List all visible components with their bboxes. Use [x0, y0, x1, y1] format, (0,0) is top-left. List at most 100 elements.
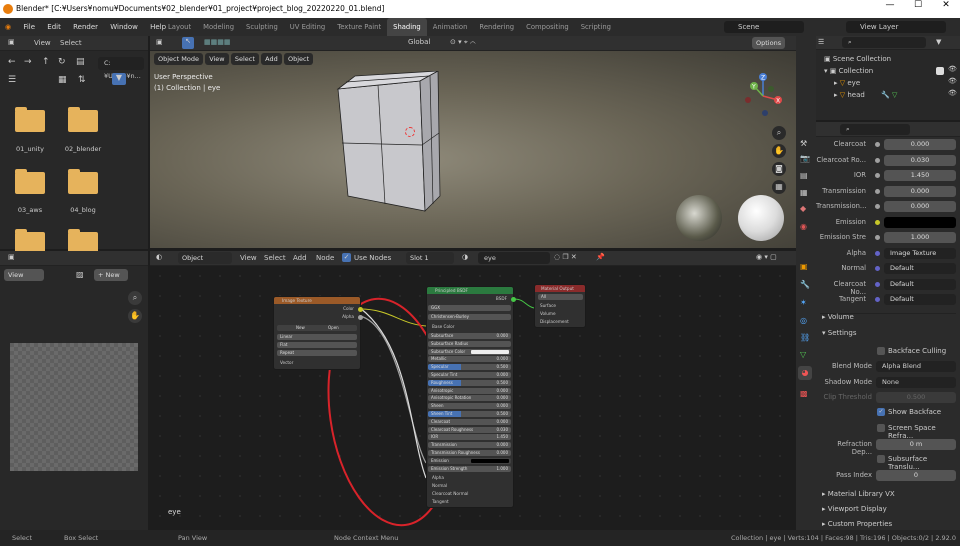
scene-tab-icon[interactable]: ◆	[800, 204, 806, 213]
bsdf-input-row[interactable]: Roughness 0.500	[428, 379, 511, 386]
projection-dropdown[interactable]: Flat	[277, 342, 357, 348]
image-browse-icon[interactable]: ▨	[76, 270, 84, 279]
folder-icon[interactable]	[68, 169, 98, 194]
pass-index-field[interactable]: 0	[876, 470, 956, 481]
tab-uv-editing[interactable]: UV Editing	[284, 18, 331, 36]
close-button[interactable]: ✕	[932, 0, 960, 18]
bsdf-socket[interactable]	[511, 297, 516, 302]
cube-mesh[interactable]	[330, 71, 490, 221]
view-layer-tab-icon[interactable]: ▦	[800, 188, 808, 197]
use-nodes-checkbox[interactable]: ✓	[342, 253, 351, 262]
material-tab-icon[interactable]: ◕	[798, 366, 812, 380]
bsdf-input-row[interactable]: Transmission 0.000	[428, 442, 511, 449]
property-field[interactable]: 1.450	[884, 170, 956, 181]
mode-dropdown[interactable]: Object Mode	[154, 53, 203, 65]
bsdf-input-row[interactable]: Specular 0.500	[428, 364, 511, 371]
tool-tab-icon[interactable]: ⚒	[800, 139, 807, 148]
vp-object-menu[interactable]: Object	[283, 53, 314, 65]
folder-name[interactable]: 01_unity	[0, 145, 60, 153]
forward-arrow-icon[interactable]: →	[24, 57, 32, 67]
object-tab-icon[interactable]: ▣	[800, 262, 808, 271]
bsdf-input-row[interactable]: Subsurface Radius	[428, 340, 511, 347]
editor-type-icon[interactable]: ▣	[8, 253, 15, 261]
editor-type-icon[interactable]: ▣	[156, 38, 163, 46]
path-field[interactable]: C:¥Users¥n...	[98, 57, 144, 80]
display-list-icon[interactable]: ☰	[8, 75, 16, 85]
select-mode-icons[interactable]: ▦▦▦▦	[204, 38, 230, 46]
render-tab-icon[interactable]: 📷	[800, 154, 810, 163]
viewport-display-panel[interactable]: ▸ Viewport Display	[822, 505, 887, 513]
orientation-dropdown[interactable]: Global	[408, 38, 430, 46]
settings-panel-header[interactable]: ▾ Settings	[822, 329, 856, 337]
zoom-icon[interactable]: ⌕	[772, 126, 786, 140]
bsdf-input-row[interactable]: Sheen Tint 0.500	[428, 411, 511, 417]
socket-icon[interactable]	[875, 266, 880, 271]
snap-icons[interactable]: ⊙ ▾ ⌖ ⌒	[450, 38, 476, 47]
blend-mode-dropdown[interactable]: Alpha Blend	[876, 361, 956, 372]
fb-view-menu[interactable]: View	[34, 39, 51, 47]
modifier-tab-icon[interactable]: 🔧	[800, 280, 810, 289]
open-image-button[interactable]: Open	[328, 325, 339, 330]
bsdf-input-row[interactable]: Subsurface 0.000	[428, 333, 511, 339]
blender-menu-icon[interactable]: ◉	[0, 18, 16, 36]
view-layer-selector[interactable]: View Layer	[846, 21, 946, 33]
outliner-item-head[interactable]: ▸ ▽ head 🔧 ▽	[834, 91, 897, 99]
filter-icon[interactable]: ▼	[112, 73, 126, 85]
color-socket[interactable]	[358, 307, 363, 312]
show-backface-checkbox[interactable]: ✓	[877, 408, 885, 416]
tab-layout[interactable]: Layout	[162, 18, 197, 36]
menu-file[interactable]: File	[18, 18, 40, 36]
bsdf-input-row[interactable]: Transmission Roughness 0.000	[428, 450, 511, 456]
bsdf-input-row[interactable]: Metallic 0.000	[428, 356, 511, 363]
property-field[interactable]: 1.000	[884, 232, 956, 243]
bsdf-input-row[interactable]: Subsurface Color	[428, 348, 511, 355]
minimize-button[interactable]: —	[876, 0, 904, 18]
options-dropdown[interactable]: Options	[752, 37, 786, 49]
socket-icon[interactable]	[875, 219, 880, 225]
bsdf-input-row[interactable]: Emission Strength 1.000	[428, 465, 511, 472]
extension-dropdown[interactable]: Repeat	[277, 350, 357, 356]
particles-tab-icon[interactable]: ✶	[800, 298, 807, 307]
hand-icon[interactable]: ✋	[128, 309, 142, 323]
vp-view-menu[interactable]: View	[205, 53, 229, 65]
output-tab-icon[interactable]: ▤	[800, 171, 808, 180]
socket-icon[interactable]	[875, 297, 880, 302]
menu-edit[interactable]: Edit	[42, 18, 66, 36]
distribution-dropdown[interactable]: GGX	[428, 305, 511, 311]
socket-icon[interactable]	[875, 281, 880, 287]
folder-name[interactable]: 02_blender	[53, 145, 113, 153]
new-image-button[interactable]: + New	[94, 269, 128, 281]
ne-select-menu[interactable]: Select	[264, 254, 286, 262]
property-field[interactable]: Image Texture	[884, 247, 956, 259]
pin-icon[interactable]: 📌	[596, 253, 605, 261]
parent-dir-icon[interactable]: ↑	[42, 57, 50, 67]
grid-icon[interactable]: ▦	[772, 180, 786, 194]
socket-icon[interactable]	[875, 173, 880, 178]
fb-select-menu[interactable]: Select	[60, 39, 82, 47]
new-image-button[interactable]: New	[296, 325, 305, 330]
thumbnail-icon[interactable]: ▦	[58, 75, 67, 85]
folder-icon[interactable]	[15, 169, 45, 194]
property-field[interactable]: 0.030	[884, 154, 956, 166]
vp-select-menu[interactable]: Select	[230, 53, 259, 65]
editor-type-icon[interactable]: ◐	[156, 253, 162, 261]
bsdf-input-row[interactable]: Sheen 0.000	[428, 403, 511, 410]
socket-icon[interactable]	[875, 188, 880, 194]
bsdf-input-row[interactable]: Clearcoat Roughness 0.030	[428, 426, 511, 433]
ne-node-menu[interactable]: Node	[316, 254, 334, 262]
tab-rendering[interactable]: Rendering	[473, 18, 520, 36]
constraints-tab-icon[interactable]: ⛓	[800, 333, 810, 342]
image-canvas[interactable]	[10, 343, 138, 471]
data-tab-icon[interactable]: ▽	[800, 350, 806, 359]
tab-modeling[interactable]: Modeling	[197, 18, 240, 36]
ssr-checkbox[interactable]	[877, 424, 885, 432]
image-texture-node[interactable]: Image Texture Color Alpha New Open Linea…	[273, 296, 363, 370]
collection-row[interactable]: ▾ ▣ Collection	[824, 67, 873, 75]
slot-dropdown[interactable]: Slot 1	[406, 252, 454, 264]
tab-texture-paint[interactable]: Texture Paint	[331, 18, 387, 36]
tab-sculpting[interactable]: Sculpting	[240, 18, 284, 36]
hand-icon[interactable]: ✋	[772, 144, 786, 158]
volume-panel-header[interactable]: ▸ Volume	[822, 313, 854, 321]
eye-icon[interactable]: 👁	[948, 77, 957, 85]
new-folder-icon[interactable]: ▤	[76, 57, 85, 67]
